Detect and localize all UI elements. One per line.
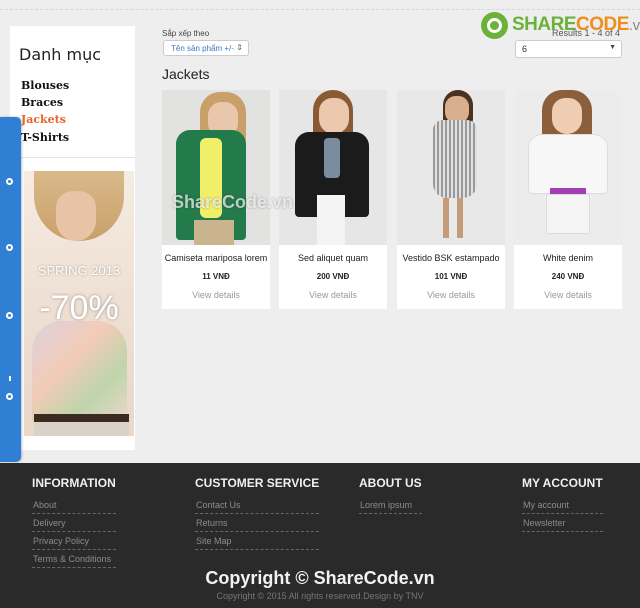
- footer-link-contact[interactable]: Contact Us: [195, 499, 320, 514]
- promo-season: SPRING 2013: [37, 263, 121, 278]
- share-icon[interactable]: [6, 178, 13, 185]
- footer-link-lorem[interactable]: Lorem ipsum: [359, 499, 422, 514]
- footer-heading: INFORMATION: [32, 476, 116, 490]
- footer-column-about-us: ABOUT US Lorem ipsum: [359, 476, 422, 517]
- footer-column-customer-service: CUSTOMER SERVICE Contact Us Returns Site…: [195, 476, 320, 553]
- product-name[interactable]: White denim: [514, 253, 622, 263]
- product-image[interactable]: [279, 90, 387, 245]
- footer-heading: MY ACCOUNT: [522, 476, 603, 490]
- view-details-link[interactable]: View details: [514, 290, 622, 300]
- category-tshirts[interactable]: T-Shirts: [21, 131, 69, 144]
- sort-arrows-icon: ⇕: [236, 43, 243, 52]
- category-sidebar: Danh mục Blouses Braces Jackets T-Shirts…: [10, 26, 135, 450]
- sort-label: Sắp xếp theo: [162, 29, 210, 38]
- footer-column-my-account: MY ACCOUNT My account Newsletter: [522, 476, 603, 535]
- footer-link-newsletter[interactable]: Newsletter: [522, 517, 603, 532]
- per-page-select[interactable]: 6 ▼: [515, 40, 622, 58]
- product-card[interactable]: Sed aliquet quam 200 VNĐ View details: [279, 90, 387, 309]
- footer-link-my-account[interactable]: My account: [522, 499, 603, 514]
- category-jackets[interactable]: Jackets: [21, 113, 66, 126]
- view-details-link[interactable]: View details: [162, 290, 270, 300]
- logo-badge-icon: [481, 12, 508, 39]
- promo-model-belt: [34, 414, 129, 422]
- footer-link-delivery[interactable]: Delivery: [32, 517, 116, 532]
- share-icon[interactable]: [6, 312, 13, 319]
- footer-heading: ABOUT US: [359, 476, 422, 490]
- category-blouses[interactable]: Blouses: [21, 79, 69, 92]
- view-details-link[interactable]: View details: [279, 290, 387, 300]
- sidebar-title: Danh mục: [19, 45, 102, 64]
- footer-link-sitemap[interactable]: Site Map: [195, 535, 320, 550]
- footer-link-privacy[interactable]: Privacy Policy: [32, 535, 116, 550]
- sidebar-divider: [10, 157, 135, 158]
- product-name[interactable]: Sed aliquet quam: [279, 253, 387, 263]
- product-price: 11 VNĐ: [202, 272, 230, 281]
- product-image[interactable]: [162, 90, 270, 245]
- side-share-tab[interactable]: [0, 117, 21, 462]
- product-price: 101 VNĐ: [434, 272, 468, 281]
- share-icon[interactable]: [6, 393, 13, 400]
- chevron-down-icon: ▼: [609, 44, 616, 51]
- promo-discount: -70%: [39, 289, 119, 327]
- product-image[interactable]: [514, 90, 622, 245]
- product-card[interactable]: White denim 240 VNĐ View details: [514, 90, 622, 309]
- footer-link-terms[interactable]: Terms & Conditions: [32, 553, 116, 568]
- footer-link-about[interactable]: About: [32, 499, 116, 514]
- share-icon[interactable]: [6, 244, 13, 251]
- sort-selected-value: Tên sản phẩm +/-: [171, 44, 234, 53]
- promo-banner[interactable]: SPRING 2013 -70%: [24, 171, 134, 436]
- footer: INFORMATION About Delivery Privacy Polic…: [0, 463, 640, 608]
- footer-heading: CUSTOMER SERVICE: [195, 476, 320, 490]
- product-image[interactable]: [397, 90, 505, 245]
- promo-model-shirt: [32, 321, 127, 421]
- category-heading: Jackets: [162, 66, 210, 82]
- copyright-credits: Copyright © 2015 All rights reserved.Des…: [216, 591, 424, 601]
- product-name[interactable]: Camiseta mariposa lorem: [162, 253, 270, 263]
- footer-link-returns[interactable]: Returns: [195, 517, 320, 532]
- watermark-text: ShareCode.vn: [172, 192, 294, 212]
- category-braces[interactable]: Braces: [21, 96, 63, 109]
- copyright-watermark: Copyright © ShareCode.vn: [205, 568, 435, 588]
- product-price: 240 VNĐ: [551, 272, 585, 281]
- per-page-value: 6: [522, 44, 528, 54]
- logo-text: SHARECODE.vn: [512, 14, 640, 35]
- product-name[interactable]: Vestido BSK estampado: [397, 253, 505, 263]
- product-price: 200 VNĐ: [316, 272, 350, 281]
- promo-model-pants: [34, 422, 129, 436]
- promo-model-face: [56, 191, 96, 241]
- view-details-link[interactable]: View details: [397, 290, 505, 300]
- product-card[interactable]: Vestido BSK estampado 101 VNĐ View detai…: [397, 90, 505, 309]
- sort-select[interactable]: Tên sản phẩm +/- ⇕: [163, 40, 249, 56]
- separator-icon: [9, 376, 11, 381]
- top-divider: [0, 9, 640, 10]
- footer-column-information: INFORMATION About Delivery Privacy Polic…: [32, 476, 116, 571]
